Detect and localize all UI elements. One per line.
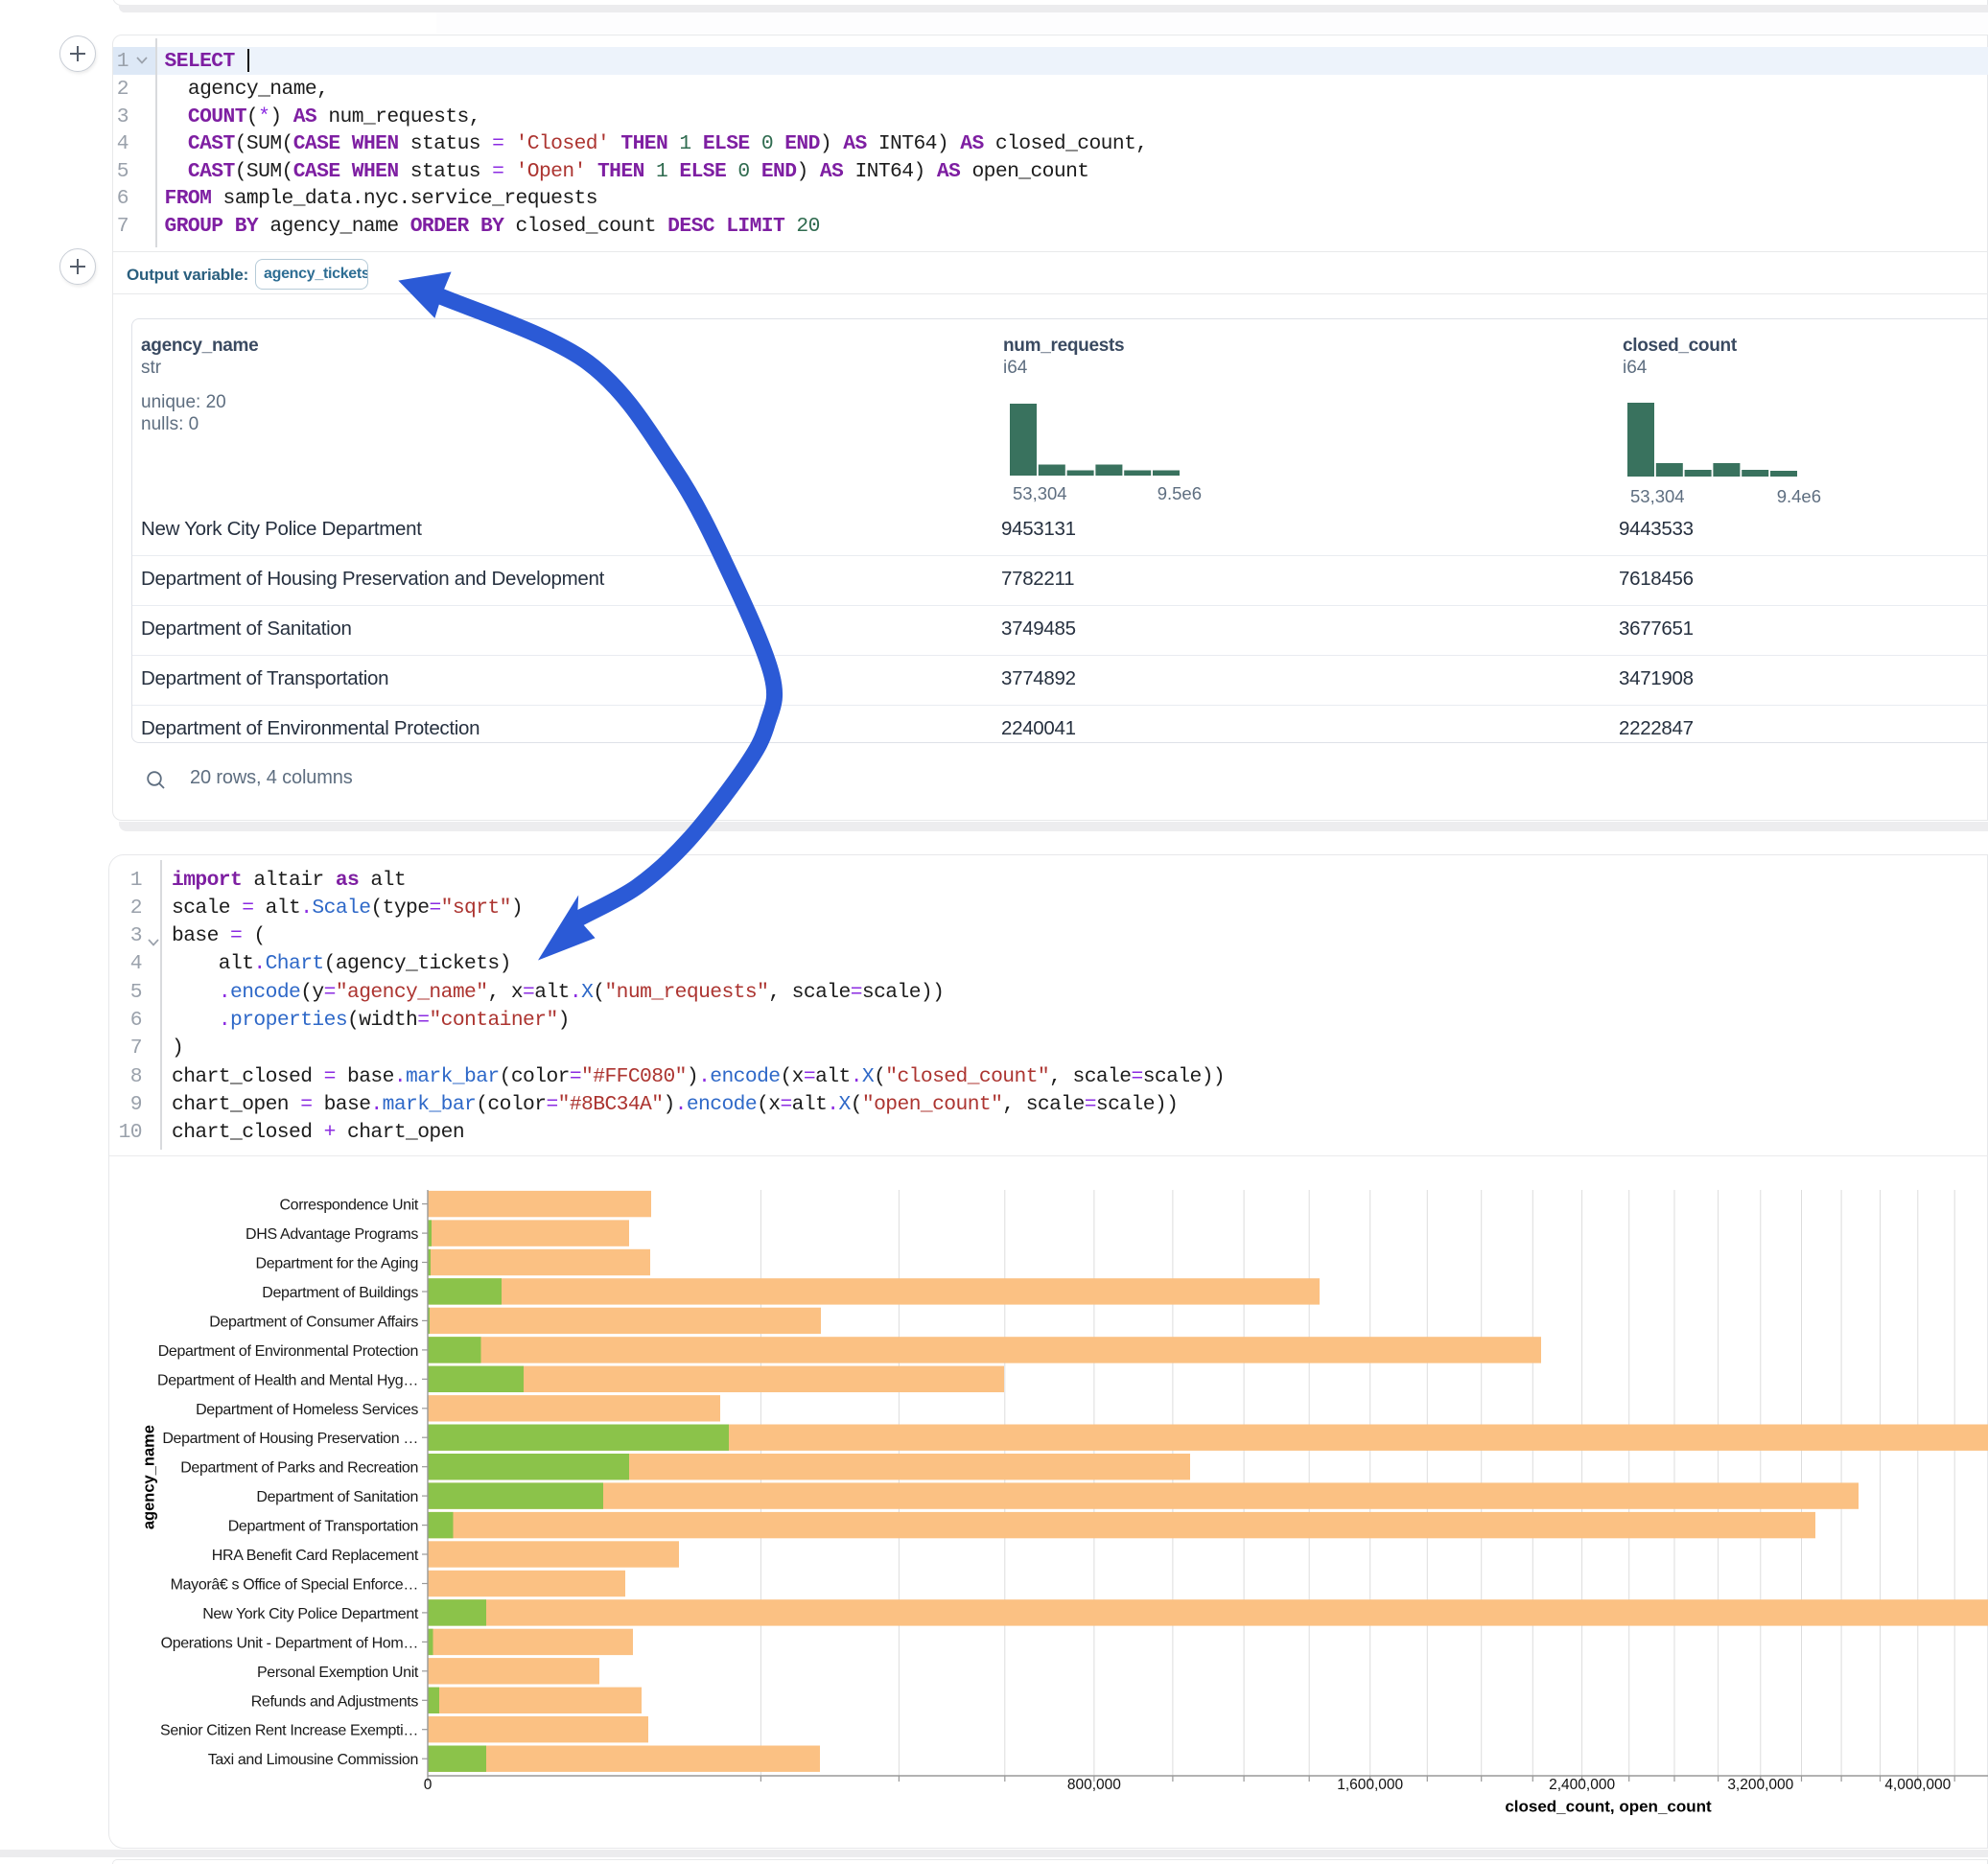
svg-text:800,000: 800,000 bbox=[1067, 1777, 1121, 1793]
svg-text:Department of Sanitation: Department of Sanitation bbox=[256, 1489, 418, 1505]
svg-text:2,400,000: 2,400,000 bbox=[1549, 1777, 1615, 1793]
svg-text:Department for the Aging: Department for the Aging bbox=[256, 1256, 418, 1272]
svg-text:Mayorâ€ s Office of Special En: Mayorâ€ s Office of Special Enforce… bbox=[171, 1577, 418, 1594]
svg-text:Operations Unit - Department o: Operations Unit - Department of Hom… bbox=[161, 1635, 418, 1651]
svg-text:agency_name: agency_name bbox=[141, 1425, 158, 1529]
svg-text:Correspondence Unit: Correspondence Unit bbox=[279, 1198, 418, 1214]
svg-text:Personal Exemption Unit: Personal Exemption Unit bbox=[257, 1665, 419, 1681]
svg-text:closed_count, open_count: closed_count, open_count bbox=[1505, 1798, 1712, 1816]
svg-text:Department of Consumer Affairs: Department of Consumer Affairs bbox=[209, 1314, 418, 1330]
svg-text:4,000,000: 4,000,000 bbox=[1884, 1777, 1951, 1793]
svg-text:3,200,000: 3,200,000 bbox=[1727, 1777, 1793, 1793]
svg-text:Senior Citizen Rent Increase E: Senior Citizen Rent Increase Exempti… bbox=[160, 1723, 418, 1739]
svg-text:Refunds and Adjustments: Refunds and Adjustments bbox=[251, 1693, 419, 1710]
svg-text:Taxi and Limousine Commission: Taxi and Limousine Commission bbox=[208, 1752, 418, 1768]
svg-text:Department of Transportation: Department of Transportation bbox=[228, 1519, 418, 1535]
svg-text:DHS Advantage Programs: DHS Advantage Programs bbox=[246, 1226, 418, 1243]
svg-text:Department of Health and Menta: Department of Health and Mental Hyg… bbox=[157, 1372, 418, 1388]
svg-text:New York City Police Departmen: New York City Police Department bbox=[202, 1606, 419, 1622]
svg-text:Department of Housing Preserva: Department of Housing Preservation … bbox=[162, 1431, 418, 1447]
svg-text:0: 0 bbox=[424, 1777, 433, 1793]
svg-text:Department of Homeless Service: Department of Homeless Services bbox=[196, 1402, 418, 1418]
svg-text:Department of Environmental Pr: Department of Environmental Protection bbox=[158, 1343, 418, 1360]
svg-text:Department of Parks and Recrea: Department of Parks and Recreation bbox=[180, 1460, 418, 1477]
svg-text:1,600,000: 1,600,000 bbox=[1337, 1777, 1403, 1793]
svg-text:Department of Buildings: Department of Buildings bbox=[262, 1285, 418, 1301]
svg-text:HRA Benefit Card Replacement: HRA Benefit Card Replacement bbox=[212, 1548, 419, 1564]
